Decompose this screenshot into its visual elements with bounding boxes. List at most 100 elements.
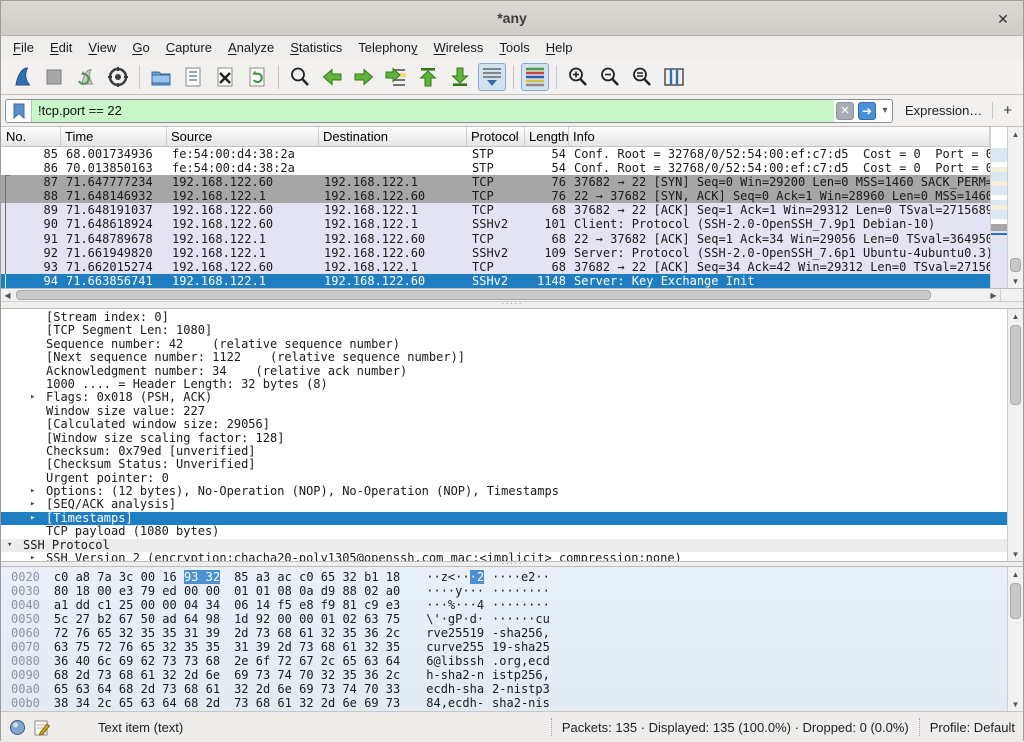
detail-line[interactable]: [Calculated window size: 29056]	[1, 418, 1007, 431]
scrollbar-thumb[interactable]	[16, 290, 931, 300]
hex-row[interactable]: 009068 2d 73 68 61 32 2d 6e69 73 74 70 3…	[11, 668, 1007, 682]
filter-history-dropdown-icon[interactable]: ▾	[878, 105, 892, 116]
detail-line[interactable]: Checksum: 0x79ed [unverified]	[1, 445, 1007, 458]
scroll-up-icon[interactable]: ▲	[1008, 567, 1023, 581]
filter-apply-button[interactable]: ➜	[858, 102, 876, 120]
menu-capture[interactable]: Capture	[158, 38, 220, 57]
menu-file[interactable]: File	[5, 38, 42, 57]
menu-tools[interactable]: Tools	[491, 38, 537, 57]
menu-help[interactable]: Help	[538, 38, 581, 57]
detail-line-ssh-protocol[interactable]: ▾SSH Protocol	[1, 539, 1007, 552]
detail-line[interactable]: [Checksum Status: Unverified]	[1, 458, 1007, 471]
column-header-time[interactable]: Time	[61, 127, 167, 146]
packet-row[interactable]: 9171.648789678192.168.122.1192.168.122.6…	[1, 232, 990, 246]
scrollbar-thumb[interactable]	[1010, 258, 1021, 272]
packet-row[interactable]: 9371.662015274192.168.122.60192.168.122.…	[1, 260, 990, 274]
packet-list-vscrollbar[interactable]: ▲ ▼	[1007, 127, 1023, 288]
scroll-up-icon[interactable]: ▲	[1008, 309, 1023, 323]
go-back-button[interactable]	[318, 63, 346, 91]
detail-line-selected[interactable]: ▸[Timestamps]	[1, 512, 1007, 525]
bytes-vscrollbar[interactable]: ▲ ▼	[1007, 567, 1023, 711]
detail-line[interactable]: Acknowledgment number: 34 (relative ack …	[1, 365, 1007, 378]
detail-line[interactable]: Urgent pointer: 0	[1, 472, 1007, 485]
detail-line[interactable]: [Stream index: 0]	[1, 311, 1007, 324]
hex-row[interactable]: 00a065 63 64 68 2d 73 68 6132 2d 6e 69 7…	[11, 682, 1007, 696]
scrollbar-thumb[interactable]	[1010, 325, 1021, 405]
scroll-up-icon[interactable]: ▲	[1008, 127, 1023, 141]
column-header-length[interactable]: Length	[525, 127, 569, 146]
profile-text[interactable]: Profile: Default	[930, 720, 1015, 735]
go-first-packet-button[interactable]	[414, 63, 442, 91]
intelligent-scrollbar-minimap[interactable]	[990, 127, 1007, 288]
scroll-down-icon[interactable]: ▼	[1008, 274, 1023, 288]
stop-capture-button[interactable]	[40, 63, 68, 91]
go-last-packet-button[interactable]	[446, 63, 474, 91]
column-header-no[interactable]: No.	[1, 127, 61, 146]
scroll-down-icon[interactable]: ▼	[1008, 547, 1023, 561]
packet-row[interactable]: 8568.001734936fe:54:00:d4:38:2aSTP54Conf…	[1, 147, 990, 161]
close-file-button[interactable]	[211, 63, 239, 91]
expander-expanded-icon[interactable]: ▾	[7, 539, 19, 552]
expander-collapsed-icon[interactable]: ▸	[30, 391, 42, 404]
detail-line[interactable]: ▸Flags: 0x018 (PSH, ACK)	[1, 391, 1007, 404]
menu-analyze[interactable]: Analyze	[220, 38, 282, 57]
start-capture-button[interactable]	[8, 63, 36, 91]
column-header-source[interactable]: Source	[167, 127, 319, 146]
packet-row[interactable]: 9271.661949820192.168.122.1192.168.122.6…	[1, 246, 990, 260]
scroll-right-icon[interactable]: ▶	[987, 289, 1000, 301]
column-header-protocol[interactable]: Protocol	[467, 127, 525, 146]
detail-line[interactable]: [TCP Segment Len: 1080]	[1, 324, 1007, 337]
menu-wireless[interactable]: Wireless	[426, 38, 492, 57]
detail-line[interactable]: [Next sequence number: 1122 (relative se…	[1, 351, 1007, 364]
expander-collapsed-icon[interactable]: ▸	[30, 552, 42, 561]
menu-edit[interactable]: Edit	[42, 38, 80, 57]
detail-line[interactable]: TCP payload (1080 bytes)	[1, 525, 1007, 538]
menu-statistics[interactable]: Statistics	[282, 38, 350, 57]
hex-row[interactable]: 008036 40 6c 69 62 73 73 682e 6f 72 67 2…	[11, 654, 1007, 668]
zoom-in-button[interactable]	[564, 63, 592, 91]
expert-info-button[interactable]	[9, 719, 26, 736]
detail-line[interactable]: 1000 .... = Header Length: 32 bytes (8)	[1, 378, 1007, 391]
hex-row[interactable]: 006072 76 65 32 35 35 31 392d 73 68 61 3…	[11, 626, 1007, 640]
hex-row[interactable]: 00b038 34 2c 65 63 64 68 2d73 68 61 32 2…	[11, 696, 1007, 710]
find-packet-button[interactable]	[286, 63, 314, 91]
display-filter-field[interactable]: ✕ ➜ ▾	[5, 99, 893, 123]
go-forward-button[interactable]	[350, 63, 378, 91]
packet-row-selected[interactable]: 9471.663856741192.168.122.1192.168.122.6…	[1, 274, 990, 288]
column-header-info[interactable]: Info	[569, 127, 990, 146]
expression-button[interactable]: Expression…	[905, 103, 982, 118]
hex-row[interactable]: 0020c0 a8 7a 3c 00 16 93 3285 a3 ac c0 6…	[11, 570, 1007, 584]
packet-row[interactable]: 8971.648191037192.168.122.60192.168.122.…	[1, 203, 990, 217]
add-filter-button-plus[interactable]: +	[992, 102, 1014, 119]
capture-comment-button[interactable]	[34, 719, 50, 736]
pane-splitter[interactable]	[1, 562, 1023, 567]
hex-row[interactable]: 007063 75 72 76 65 32 35 3531 39 2d 73 6…	[11, 640, 1007, 654]
pane-splitter[interactable]	[1, 302, 1023, 309]
capture-options-button[interactable]	[104, 63, 132, 91]
detail-line[interactable]: ▸Options: (12 bytes), No-Operation (NOP)…	[1, 485, 1007, 498]
detail-line[interactable]: Sequence number: 42 (relative sequence n…	[1, 338, 1007, 351]
filter-bookmark-button[interactable]	[6, 100, 32, 122]
restart-capture-button[interactable]	[72, 63, 100, 91]
display-filter-input[interactable]	[32, 100, 834, 122]
filter-clear-button[interactable]: ✕	[836, 102, 854, 120]
column-header-destination[interactable]: Destination	[319, 127, 467, 146]
zoom-reset-button[interactable]	[628, 63, 656, 91]
detail-line[interactable]: Window size value: 227	[1, 405, 1007, 418]
menu-go[interactable]: Go	[124, 38, 157, 57]
hex-row[interactable]: 0040a1 dd c1 25 00 00 04 3406 14 f5 e8 f…	[11, 598, 1007, 612]
colorize-packets-button[interactable]	[521, 63, 549, 91]
titlebar[interactable]: *any ✕	[1, 1, 1023, 36]
expander-collapsed-icon[interactable]: ▸	[30, 512, 42, 525]
hex-row[interactable]: 00505c 27 b2 67 50 ad 64 981d 92 00 00 0…	[11, 612, 1007, 626]
reload-file-button[interactable]	[243, 63, 271, 91]
menu-view[interactable]: View	[80, 38, 124, 57]
packet-row[interactable]: 8771.647777234192.168.122.60192.168.122.…	[1, 175, 990, 189]
detail-line[interactable]: ▸[SEQ/ACK analysis]	[1, 498, 1007, 511]
packet-row[interactable]: 8871.648146932192.168.122.1192.168.122.6…	[1, 189, 990, 203]
hex-row[interactable]: 003080 18 00 e3 79 ed 00 0001 01 08 0a d…	[11, 584, 1007, 598]
save-file-button[interactable]	[179, 63, 207, 91]
auto-scroll-button[interactable]	[478, 63, 506, 91]
scrollbar-thumb[interactable]	[1010, 583, 1021, 619]
packet-row[interactable]: 8670.013850163fe:54:00:d4:38:2aSTP54Conf…	[1, 161, 990, 175]
